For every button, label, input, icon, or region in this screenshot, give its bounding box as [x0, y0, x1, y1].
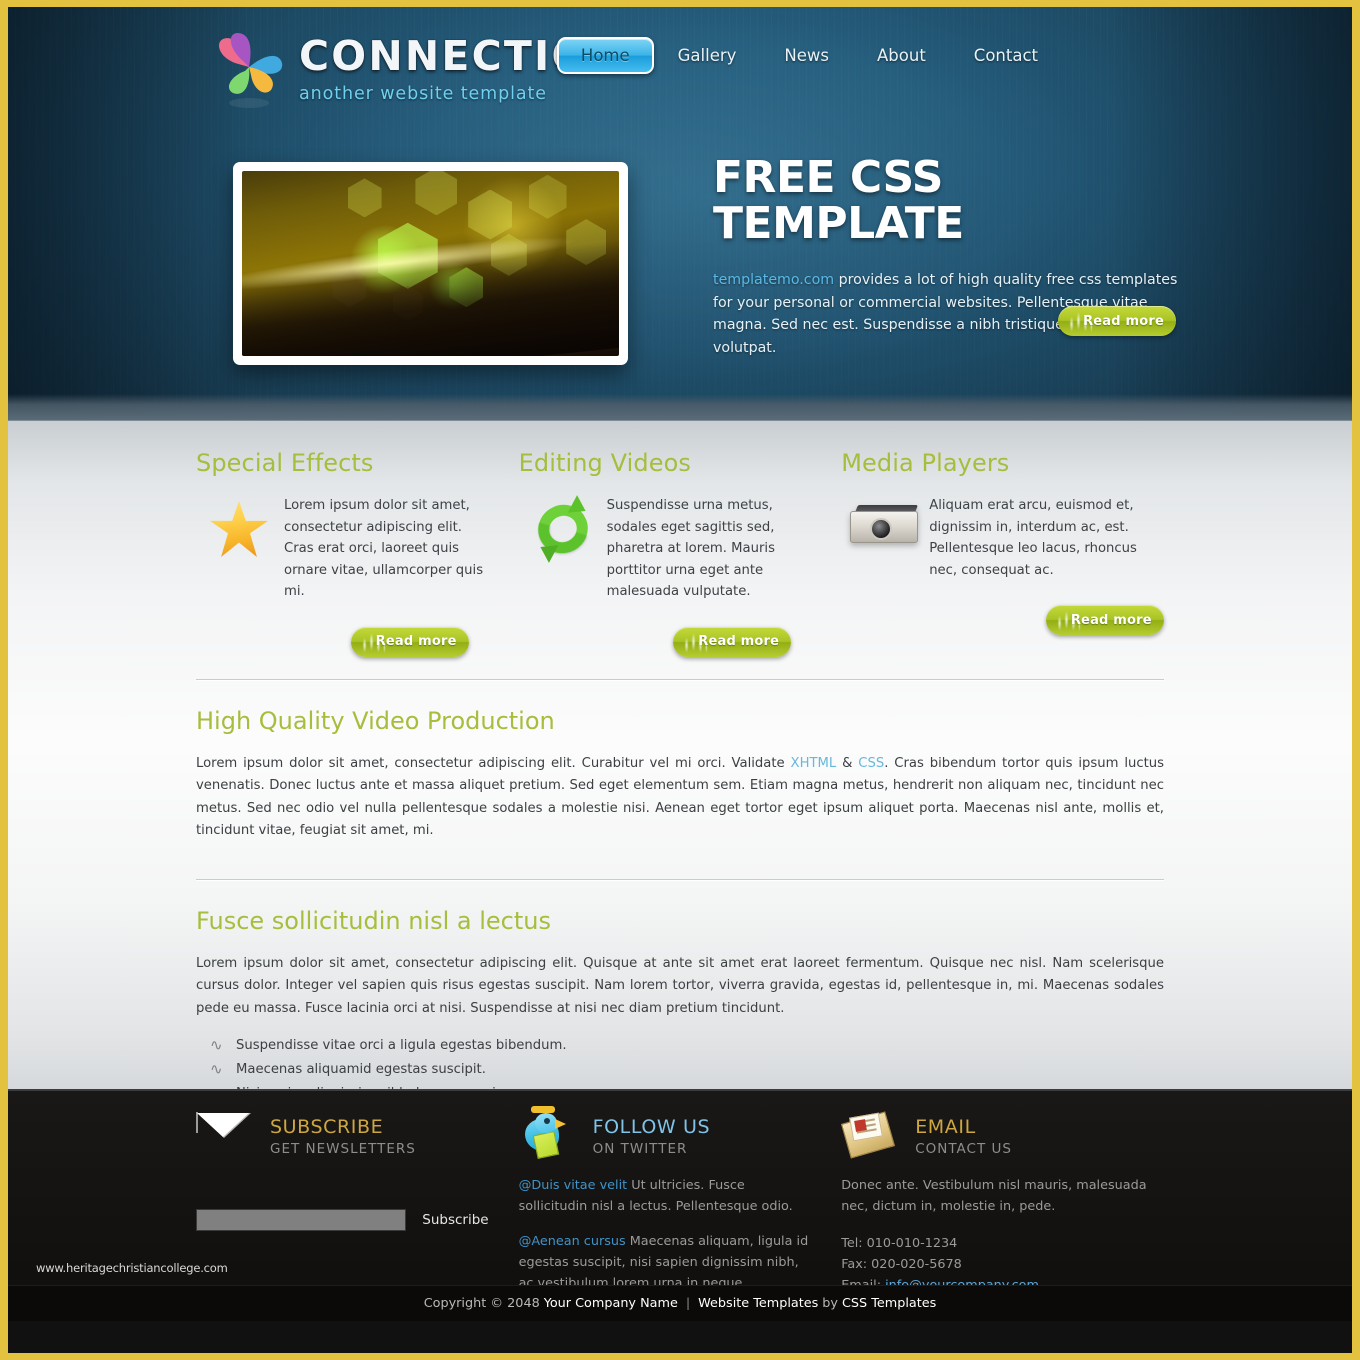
nav-item-home[interactable]: Home: [556, 37, 654, 74]
feature-read-more-button[interactable]: Read more: [350, 626, 469, 657]
email-title: EMAIL: [915, 1115, 976, 1138]
twitter-bird-icon: [519, 1106, 577, 1161]
star-icon: [196, 495, 284, 603]
feature-text: Lorem ipsum dolor sit amet, consectetur …: [284, 498, 484, 599]
tweet-item: @Duis vitae velit Ut ultricies. Fusce so…: [519, 1175, 812, 1217]
recycle-icon: [519, 495, 607, 603]
fax-line: Fax: 020-020-5678: [841, 1257, 962, 1272]
wheat-icon: [1065, 308, 1095, 334]
nav-item-gallery[interactable]: Gallery: [654, 46, 761, 65]
hero-heading: FREE CSS TEMPLATE: [713, 152, 964, 250]
tilde-bullet-icon: ∿: [210, 1036, 223, 1054]
subscribe-input[interactable]: [196, 1209, 407, 1231]
css-link[interactable]: CSS: [858, 756, 884, 771]
feature-columns: Special Effects Lorem ipsum dolor sit am…: [196, 421, 1164, 657]
hero-image: [242, 171, 619, 356]
tweet-handle[interactable]: @Duis vitae velit: [519, 1178, 628, 1193]
css-templates-link[interactable]: CSS Templates: [842, 1296, 936, 1311]
copyright-prefix: Copyright © 2048: [423, 1296, 540, 1311]
envelope-icon: [196, 1112, 254, 1161]
main-navigation[interactable]: Home Gallery News About Contact: [556, 37, 1062, 74]
feature-text: Suspendisse urna metus, sodales eget sag…: [606, 498, 775, 599]
copyright-by: by: [822, 1296, 838, 1311]
feature-title: Media Players: [841, 449, 1010, 477]
article-fusce: Fusce sollicitudin nisl a lectus Lorem i…: [196, 881, 1164, 1107]
subscribe-subtitle: GET NEWSLETTERS: [270, 1141, 416, 1158]
website-templates-link[interactable]: Website Templates: [698, 1296, 818, 1311]
tilde-bullet-icon: ∿: [210, 1060, 223, 1078]
email-subtitle: CONTACT US: [915, 1141, 1012, 1158]
article-text-part1: Lorem ipsum dolor sit amet, consectetur …: [196, 755, 791, 771]
footer-twitter: FOLLOW US ON TWITTER @Duis vitae velit U…: [519, 1106, 842, 1296]
article-body: Lorem ipsum dolor sit amet, consectetur …: [196, 753, 1164, 843]
logo-subtitle: another website template: [299, 84, 547, 104]
page-root: CONNECTION another website template Home…: [0, 0, 1360, 1360]
ampersand: &: [836, 755, 859, 771]
article-video-production: High Quality Video Production Lorem ipsu…: [196, 681, 1164, 843]
list-item: ∿ Maecenas aliquamid egestas suscipit.: [196, 1058, 1164, 1082]
copyright-bar: Copyright © 2048 Your Company Name | Web…: [8, 1285, 1352, 1321]
copyright-separator: |: [685, 1296, 691, 1311]
list-item-label: Maecenas aliquamid egestas suscipit.: [236, 1062, 486, 1077]
phone-line: Tel: 010-010-1234: [841, 1236, 958, 1251]
wheat-icon: [680, 628, 711, 655]
feature-text: Aliquam erat arcu, euismod et, dignissim…: [929, 498, 1137, 578]
templatemo-link[interactable]: templatemo.com: [713, 272, 834, 288]
nav-item-about[interactable]: About: [853, 46, 950, 65]
footer-subscribe: SUBSCRIBE GET NEWSLETTERS Subscribe: [196, 1112, 519, 1296]
nav-item-contact[interactable]: Contact: [950, 46, 1062, 65]
email-text: Donec ante. Vestibulum nisl mauris, male…: [841, 1178, 1147, 1214]
feature-title: Special Effects: [196, 449, 374, 477]
feature-editing-videos: Editing Videos Suspendisse urna metus, s…: [519, 449, 842, 657]
subscribe-button[interactable]: Subscribe: [422, 1212, 488, 1228]
site-footer: SUBSCRIBE GET NEWSLETTERS Subscribe FOLL…: [8, 1089, 1352, 1321]
hero-header: CONNECTION another website template Home…: [8, 7, 1352, 420]
nav-item-news[interactable]: News: [760, 46, 853, 65]
article-title: High Quality Video Production: [196, 706, 555, 735]
mail-stack-icon: [841, 1111, 899, 1161]
xhtml-link[interactable]: XHTML: [791, 756, 837, 771]
footer-email: EMAIL CONTACT US Donec ante. Vestibulum …: [841, 1111, 1164, 1296]
tweet-handle[interactable]: @Aenean cursus: [519, 1234, 626, 1249]
feature-title: Editing Videos: [518, 449, 691, 477]
hero-read-more-button[interactable]: Read more: [1058, 306, 1176, 336]
article-title: Fusce sollicitudin nisl a lectus: [196, 906, 551, 935]
feature-read-more-label: Read more: [698, 634, 780, 649]
projector-icon: [841, 495, 929, 581]
feature-special-effects: Special Effects Lorem ipsum dolor sit am…: [196, 449, 519, 657]
list-item-label: Suspendisse vitae orci a ligula egestas …: [236, 1038, 567, 1053]
subscribe-title: SUBSCRIBE: [270, 1115, 384, 1138]
logo-swirl-icon: [213, 29, 285, 111]
list-item: ∿ Suspendisse vitae orci a ligula egestas…: [196, 1034, 1164, 1058]
hero-image-frame: [233, 162, 628, 365]
article-body: Lorem ipsum dolor sit amet, consectetur …: [196, 955, 1164, 1016]
feature-read-more-label: Read more: [375, 634, 457, 649]
main-content: Special Effects Lorem ipsum dolor sit am…: [8, 420, 1352, 1102]
company-name: Your Company Name: [543, 1296, 678, 1311]
hero-read-more-label: Read more: [1083, 313, 1164, 329]
watermark: www.heritagechristiancollege.com: [36, 1261, 228, 1275]
feature-read-more-button[interactable]: Read more: [673, 626, 792, 657]
twitter-title: FOLLOW US: [592, 1115, 711, 1138]
wheat-icon: [357, 628, 388, 655]
wheat-icon: [1052, 607, 1083, 633]
feature-read-more-button[interactable]: Read more: [1045, 605, 1164, 635]
twitter-subtitle: ON TWITTER: [592, 1141, 688, 1158]
feature-read-more-label: Read more: [1070, 612, 1152, 628]
feature-media-players: Media Players Aliquam erat arcu, euismod…: [841, 449, 1164, 657]
